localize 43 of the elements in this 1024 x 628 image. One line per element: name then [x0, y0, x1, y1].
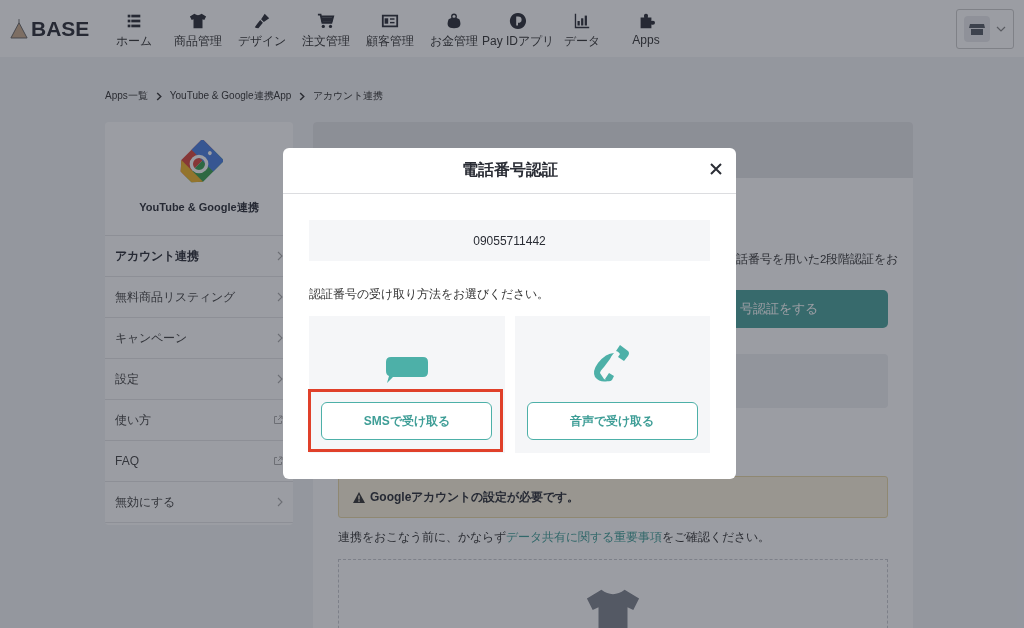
notice-text: 連携をおこなう前に、かならずデータ共有に関する重要事項をご確認ください。	[338, 529, 771, 546]
breadcrumb-link[interactable]: アカウント連携	[313, 89, 384, 103]
chevron-right-icon	[277, 497, 283, 507]
nav-item[interactable]: デザイン	[230, 11, 294, 50]
nav-item[interactable]: 注文管理	[294, 11, 358, 50]
chevron-right-icon	[299, 91, 306, 101]
chevron-right-icon	[277, 333, 283, 343]
purse-icon	[445, 11, 463, 30]
chat-bubble-icon	[384, 357, 429, 383]
instruction-text: 認証番号の受け取り方法をお選びください。	[309, 286, 550, 303]
breadcrumb-link[interactable]: YouTube & Google連携App	[169, 89, 292, 103]
nav-item[interactable]: 商品管理	[166, 11, 230, 50]
shop-menu-button[interactable]	[956, 8, 1014, 49]
description-text: 話番号を用いた2段階認証をお	[736, 252, 899, 267]
coin-icon	[509, 11, 527, 30]
nav-item[interactable]: データ	[550, 11, 614, 50]
close-button[interactable]	[710, 163, 722, 175]
nav-item[interactable]: Apps	[614, 11, 678, 50]
bar-chart-icon	[573, 11, 591, 30]
close-icon	[710, 163, 722, 175]
chevron-right-icon	[277, 292, 283, 302]
sidebar-item[interactable]: 無効にする	[105, 482, 293, 523]
shirt-icon	[189, 11, 207, 30]
brush-icon	[253, 11, 271, 30]
external-link-icon	[273, 456, 283, 466]
dialog-title: 電話番号認証	[461, 160, 558, 180]
chevron-right-icon	[277, 374, 283, 384]
nav-item[interactable]: ホーム	[102, 11, 166, 50]
store-icon	[964, 15, 990, 42]
external-link-icon	[273, 415, 283, 425]
receive-option-button[interactable]: 音声で受け取る	[526, 402, 698, 440]
cart-icon	[317, 11, 335, 30]
phone-number: 09055711442	[309, 220, 710, 261]
chevron-right-icon	[277, 251, 283, 261]
app-title: YouTube & Google連携	[139, 200, 259, 215]
nav-item[interactable]: 顧客管理	[358, 11, 422, 50]
chevron-down-icon	[996, 25, 1006, 32]
brand-logo[interactable]: BASE	[31, 16, 90, 41]
tent-logo-icon	[10, 18, 28, 39]
warning-text: Googleアカウントの設定が必要です。	[370, 488, 580, 506]
warning-icon	[353, 491, 365, 503]
chevron-right-icon	[155, 91, 162, 101]
receive-option-button[interactable]: SMSで受け取る	[321, 402, 493, 440]
